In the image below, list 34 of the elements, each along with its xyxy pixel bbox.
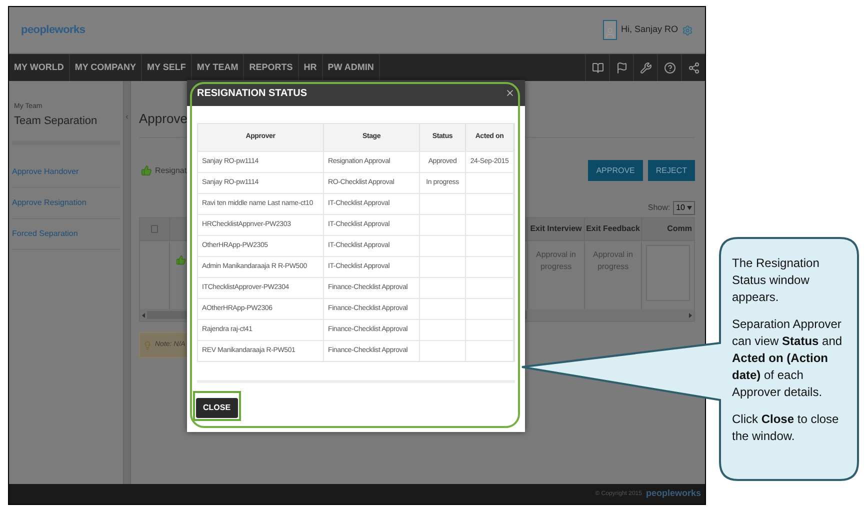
close-button[interactable]: CLOSE xyxy=(196,398,238,418)
callout-text: Click Close to close the window. xyxy=(732,411,840,445)
action-button[interactable]: REJECT xyxy=(648,160,695,181)
modal-title: RESIGNATION STATUS xyxy=(197,86,307,100)
thumbs-up-icon xyxy=(176,255,186,265)
callout-text: Separation Approver can view Status and Acted on (Action date) of each Approver details. xyxy=(732,316,844,401)
show-label: Show: xyxy=(648,202,670,214)
column-header: Exit Interview xyxy=(528,218,585,240)
checkbox[interactable] xyxy=(151,225,158,233)
page-title: Approve xyxy=(139,111,188,126)
help-icon[interactable] xyxy=(664,62,676,74)
user-greeting: Hi, Sanjay RO xyxy=(620,23,678,36)
scroll-left-icon[interactable] xyxy=(142,312,145,318)
column-header: Exit Feedback xyxy=(585,218,642,240)
collapse-icon[interactable] xyxy=(124,113,130,121)
thumbs-up-icon xyxy=(141,165,152,176)
avatar-icon xyxy=(602,20,617,40)
action-button[interactable]: APPROVE xyxy=(588,160,643,181)
dropdown-caret-icon xyxy=(687,206,692,210)
close-icon[interactable] xyxy=(505,88,515,98)
column-header: Comm xyxy=(666,223,693,235)
lightbulb-icon xyxy=(143,340,152,350)
share-icon[interactable] xyxy=(688,62,700,74)
page-size-select[interactable]: 10 xyxy=(673,201,695,215)
scroll-right-icon[interactable] xyxy=(689,312,692,318)
tab-label[interactable]: Resignat xyxy=(155,164,187,176)
logo: peopleworks xyxy=(21,22,86,38)
footer-logo: peopleworks xyxy=(646,487,701,500)
flag-icon[interactable] xyxy=(616,62,628,74)
callout-text: The Resignation Status window appears. xyxy=(732,255,820,306)
settings-icon[interactable] xyxy=(682,24,693,36)
sidebar-title: Team Separation xyxy=(13,114,98,128)
book-icon[interactable] xyxy=(592,62,604,74)
wrench-icon[interactable] xyxy=(640,62,652,74)
